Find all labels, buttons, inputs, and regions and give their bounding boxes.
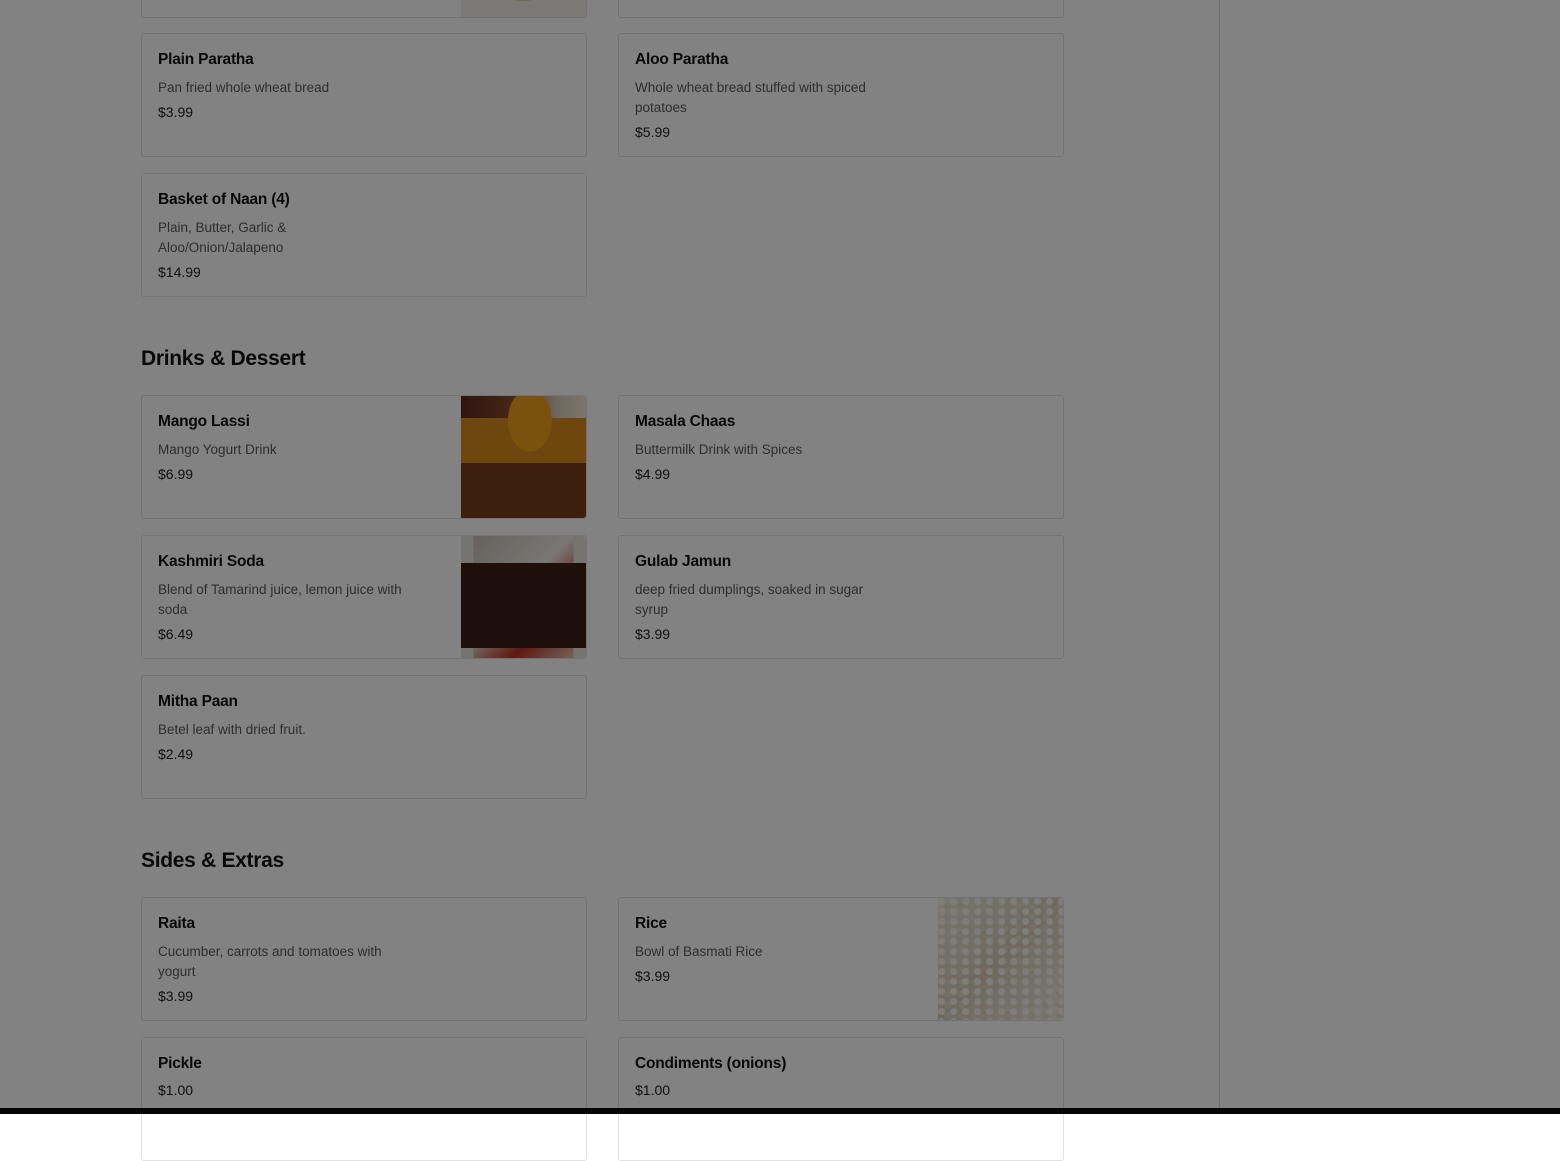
- bottom-edge-bar: [0, 1108, 1560, 1114]
- modal-backdrop-overlay[interactable]: [0, 0, 1560, 1114]
